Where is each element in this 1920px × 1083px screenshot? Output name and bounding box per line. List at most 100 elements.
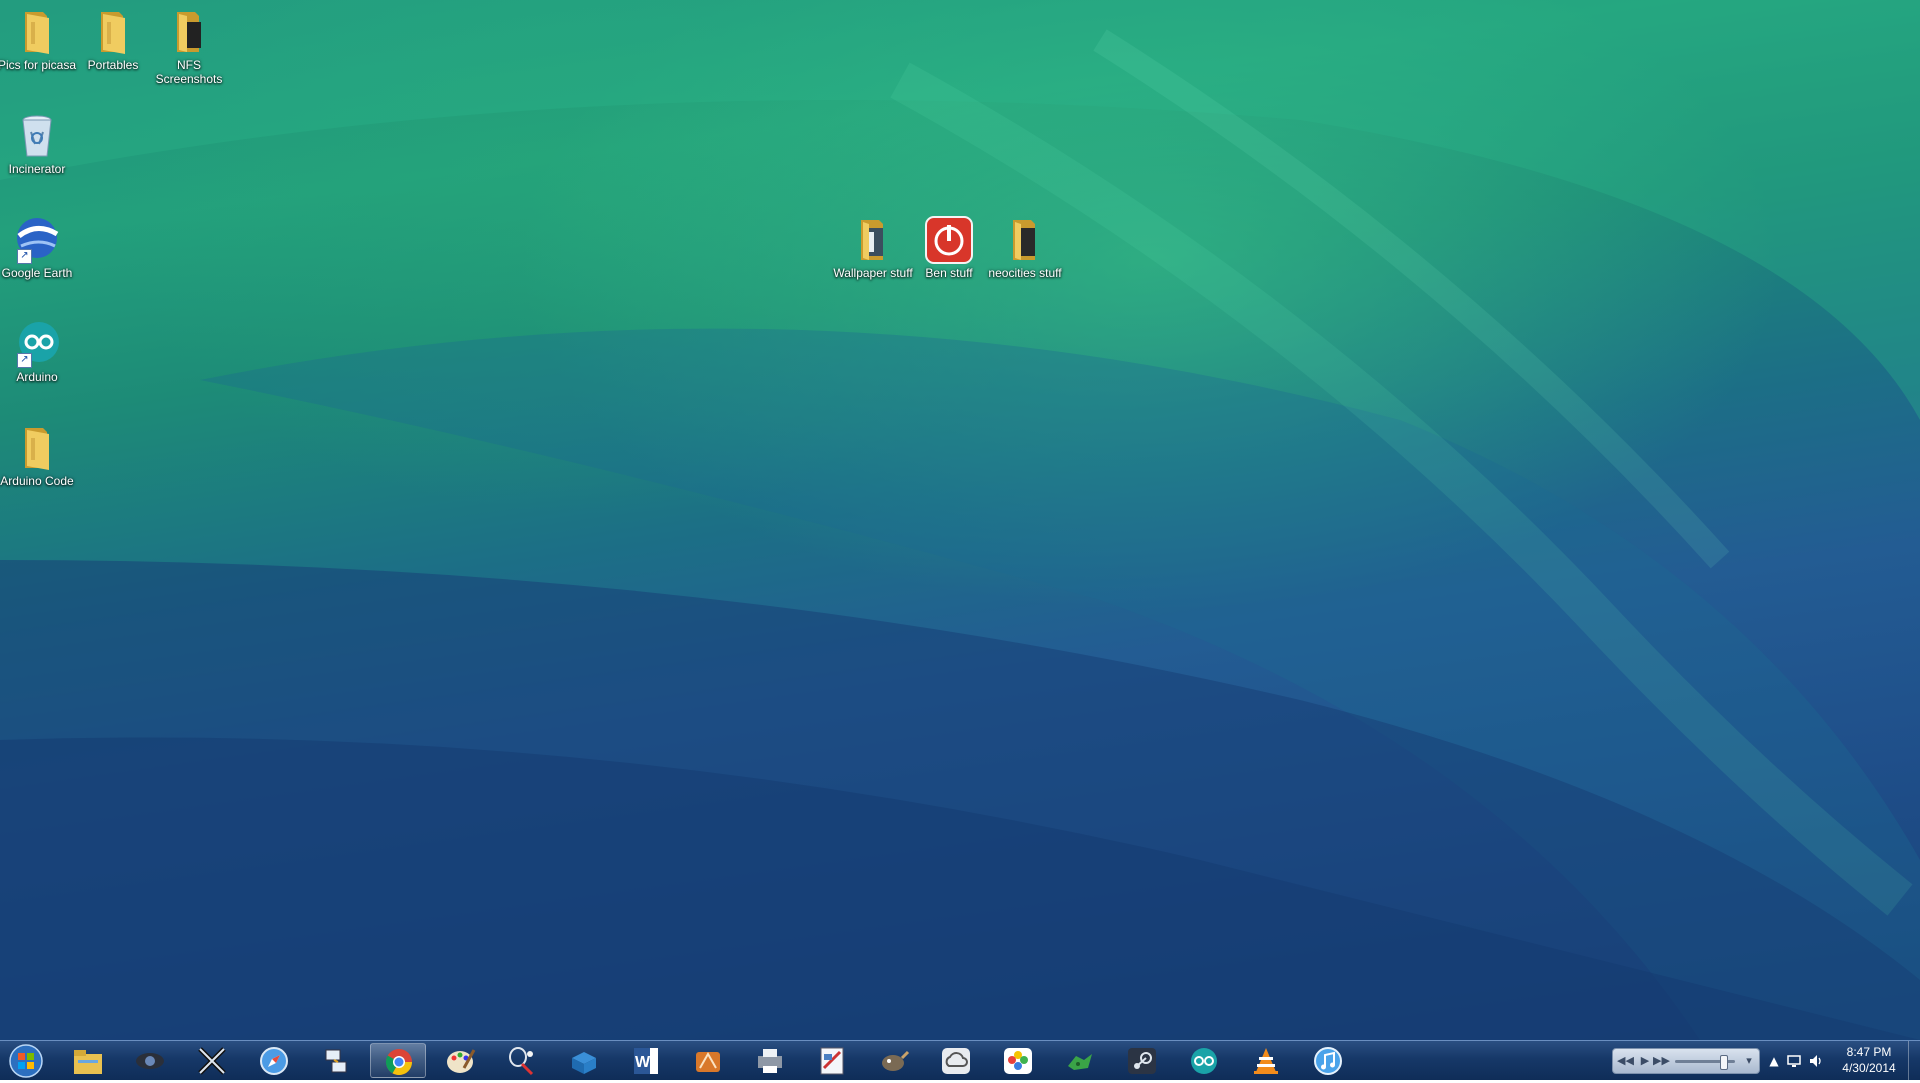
photo-editor-icon: [820, 1047, 844, 1075]
arduino-icon: ↗: [13, 320, 61, 368]
folder-icon: [89, 8, 137, 56]
chevron-up-icon: ▲: [1769, 1054, 1779, 1068]
desktop-icon-wallpaper-stuff[interactable]: Wallpaper stuff: [832, 216, 914, 280]
desktop-icon-label: Arduino: [16, 370, 58, 384]
start-orb-icon: [9, 1044, 43, 1078]
vlc-icon: [1254, 1048, 1278, 1074]
desktop-icon-label: NFS Screenshots: [155, 58, 223, 86]
taskbar-paint[interactable]: [432, 1043, 488, 1078]
clock-time: 8:47 PM: [1846, 1045, 1892, 1059]
file-explorer-icon: [74, 1050, 102, 1074]
network-tray-button[interactable]: [1786, 1053, 1802, 1069]
svg-text:W: W: [635, 1054, 651, 1071]
taskbar-game[interactable]: [1052, 1043, 1108, 1078]
xbmc-icon: [198, 1047, 226, 1075]
desktop-icon-arduino[interactable]: ↗ Arduino: [0, 320, 78, 384]
desktop-icon-label: Incinerator: [8, 162, 66, 176]
taskbar-chrome[interactable]: [370, 1043, 426, 1078]
shortcut-arrow-icon: ↗: [17, 353, 32, 368]
word-icon: W: [634, 1048, 658, 1074]
network-tool-icon: [325, 1049, 347, 1073]
cloud-icon: [942, 1048, 970, 1074]
folder-icon: [1001, 216, 1049, 264]
desktop-icon-ben-stuff[interactable]: Ben stuff: [908, 216, 990, 280]
taskbar-lego[interactable]: [556, 1043, 612, 1078]
folder-icon: [13, 424, 61, 472]
taskbar-photo-editor[interactable]: [804, 1043, 860, 1078]
clock-date: 4/30/2014: [1842, 1061, 1896, 1075]
desktop-icon-arduino-code[interactable]: Arduino Code: [0, 424, 78, 488]
gimp-icon: [882, 1050, 910, 1071]
desktop-icon-label: Arduino Code: [0, 474, 74, 488]
itunes-icon: [1314, 1047, 1342, 1075]
desktop-icon-pics-for-picasa[interactable]: Pics for picasa: [0, 8, 78, 72]
desktop-icon-label: Ben stuff: [925, 266, 973, 280]
shortcut-arrow-icon: ↗: [17, 249, 32, 264]
play-icon: ▶: [1640, 1054, 1650, 1067]
taskbar-safari[interactable]: [246, 1043, 302, 1078]
taskbar-itunes[interactable]: [1300, 1043, 1356, 1078]
desktop-icon-label: neocities stuff: [988, 266, 1062, 280]
taskbar-gimp[interactable]: [866, 1043, 922, 1078]
game-icon: [1068, 1054, 1092, 1070]
webcam-icon: [136, 1053, 164, 1069]
taskbar-photos[interactable]: [990, 1043, 1046, 1078]
taskbar-cloud[interactable]: [928, 1043, 984, 1078]
safari-icon: [260, 1047, 288, 1075]
folder-icon: [849, 216, 897, 264]
desktop[interactable]: Pics for picasa Portables NFS Screenshot…: [0, 0, 1920, 1040]
photos-icon: [1004, 1048, 1032, 1074]
folder-icon: [13, 8, 61, 56]
system-clock[interactable]: 8:47 PM 4/30/2014: [1830, 1044, 1908, 1076]
app-orange-icon: [696, 1051, 720, 1072]
taskbar-printer[interactable]: [742, 1043, 798, 1078]
speaker-icon: [1810, 1055, 1821, 1067]
arduino-icon: [1191, 1048, 1217, 1074]
taskbar-steam[interactable]: [1114, 1043, 1170, 1078]
volume-slider-thumb[interactable]: [1720, 1055, 1728, 1070]
steam-icon: [1128, 1048, 1156, 1074]
forward-icon: ▶▶: [1653, 1054, 1670, 1067]
media-menu-button[interactable]: ▾: [1741, 1053, 1757, 1069]
show-desktop-button[interactable]: [1908, 1041, 1920, 1081]
desktop-icon-google-earth[interactable]: ↗ Google Earth: [0, 216, 78, 280]
taskbar-file-explorer[interactable]: [60, 1043, 116, 1078]
taskbar-arduino[interactable]: [1176, 1043, 1232, 1078]
power-icon: [925, 216, 973, 264]
taskbar: W ◀◀ ▶ ▶▶ ▾ ▲ 8:47 PM 4/30/2014: [0, 1040, 1920, 1081]
network-icon: [1787, 1055, 1801, 1067]
taskbar-orange-app[interactable]: [680, 1043, 736, 1078]
desktop-icon-nfs-screenshots[interactable]: NFS Screenshots: [148, 8, 230, 86]
chrome-icon: [385, 1049, 413, 1076]
taskbar-word[interactable]: W: [618, 1043, 674, 1078]
badminton-icon: [509, 1047, 534, 1076]
desktop-icon-portables[interactable]: Portables: [72, 8, 154, 72]
desktop-icon-label: Google Earth: [1, 266, 73, 280]
paint-icon: [447, 1049, 476, 1073]
desktop-icon-label: Portables: [87, 58, 139, 72]
desktop-icon-label: Wallpaper stuff: [833, 266, 913, 280]
wallpaper-wave: [0, 0, 1920, 1040]
start-button[interactable]: [6, 1042, 46, 1079]
media-player-toolbar: ◀◀ ▶ ▶▶ ▾: [1612, 1048, 1760, 1074]
rewind-icon: ◀◀: [1617, 1054, 1634, 1067]
taskbar-vlc[interactable]: [1238, 1043, 1294, 1078]
play-button[interactable]: ▶: [1637, 1053, 1653, 1069]
desktop-icon-neocities-stuff[interactable]: neocities stuff: [984, 216, 1066, 280]
desktop-icon-label: Pics for picasa: [0, 58, 77, 72]
rewind-button[interactable]: ◀◀: [1617, 1053, 1634, 1069]
printer-icon: [758, 1049, 782, 1073]
chevron-down-icon: ▾: [1746, 1054, 1752, 1067]
taskbar-webcam[interactable]: [122, 1043, 178, 1078]
lego-brick-icon: [572, 1052, 596, 1074]
google-earth-icon: ↗: [13, 216, 61, 264]
folder-icon: [165, 8, 213, 56]
volume-tray-button[interactable]: [1808, 1053, 1824, 1069]
forward-button[interactable]: ▶▶: [1653, 1053, 1670, 1069]
show-hidden-icons-button[interactable]: ▲: [1766, 1053, 1782, 1069]
taskbar-badminton[interactable]: [494, 1043, 550, 1078]
recycle-bin-icon: [13, 112, 61, 160]
taskbar-xbmc[interactable]: [184, 1043, 240, 1078]
desktop-icon-incinerator[interactable]: Incinerator: [0, 112, 78, 176]
taskbar-network-tool[interactable]: [308, 1043, 364, 1078]
